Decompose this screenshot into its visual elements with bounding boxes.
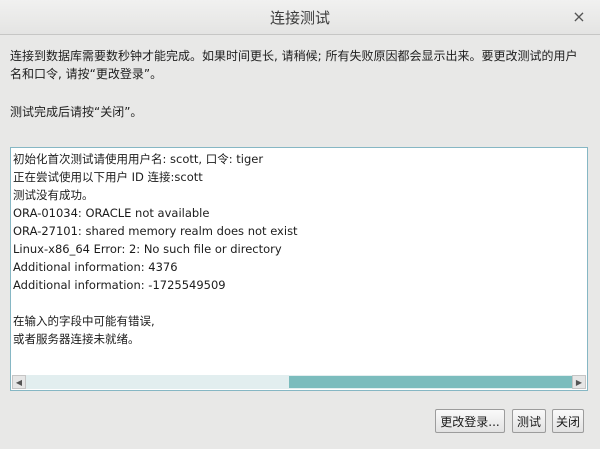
intro-text: 连接到数据库需要数秒钟才能完成。如果时间更长, 请稍候; 所有失败原因都会显示出…: [10, 49, 578, 81]
test-output-area[interactable]: 初始化首次测试请使用用户名: scott, 口令: tiger 正在尝试使用以下…: [10, 147, 588, 391]
scrollbar-thumb[interactable]: [289, 376, 574, 388]
output-line: 正在尝试使用以下用户 ID 连接:scott: [13, 170, 203, 184]
title-bar: 连接测试 ×: [0, 0, 600, 35]
done-instruction: 测试完成后请按“关闭”。: [10, 105, 143, 119]
scroll-right-icon[interactable]: ▶: [572, 375, 586, 389]
close-button[interactable]: 关闭: [552, 409, 584, 433]
output-lines: 初始化首次测试请使用用户名: scott, 口令: tiger 正在尝试使用以下…: [13, 150, 585, 374]
output-line: 初始化首次测试请使用用户名: scott, 口令: tiger: [13, 152, 264, 166]
window-title: 连接测试: [269, 9, 330, 27]
horizontal-scrollbar[interactable]: ◀ ▶: [12, 375, 586, 389]
output-line: Linux-x86_64 Error: 2: No such file or d…: [13, 242, 282, 256]
test-button[interactable]: 测试: [512, 409, 546, 433]
output-line: Additional information: 4376: [13, 260, 178, 274]
close-icon[interactable]: ×: [570, 7, 588, 26]
scroll-left-icon[interactable]: ◀: [12, 375, 26, 389]
output-line: Additional information: -1725549509: [13, 278, 226, 292]
change-login-button[interactable]: 更改登录...: [435, 409, 505, 433]
output-line: 或者服务器连接未就绪。: [13, 332, 140, 346]
output-line: ORA-01034: ORACLE not available: [13, 206, 210, 220]
output-line: ORA-27101: shared memory realm does not …: [13, 224, 298, 238]
output-line: 在输入的字段中可能有错误,: [13, 314, 155, 328]
output-line: 测试没有成功。: [13, 188, 94, 202]
